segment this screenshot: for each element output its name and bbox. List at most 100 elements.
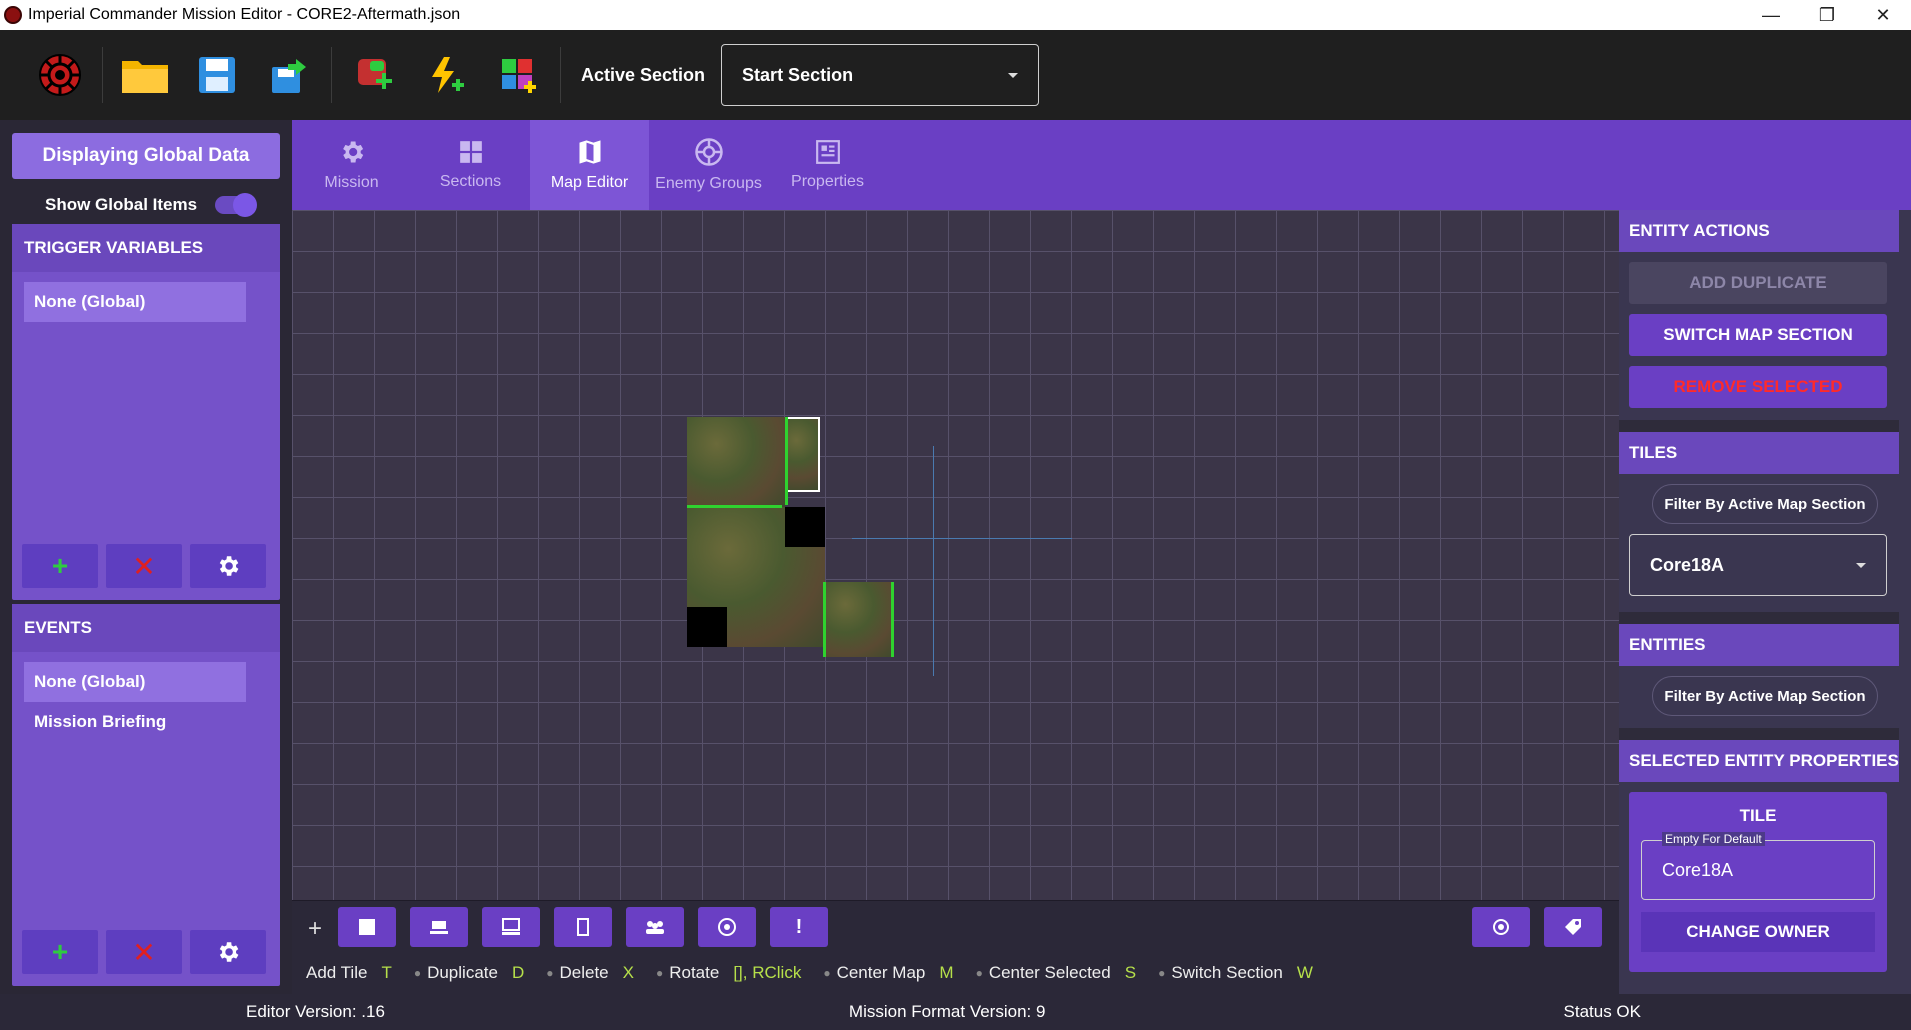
selected-entity-header: SELECTED ENTITY PROPERTIES: [1619, 740, 1911, 782]
window-title: Imperial Commander Mission Editor - CORE…: [28, 6, 461, 23]
tiles-section: TILES Filter By Active Map Section Core1…: [1619, 432, 1911, 612]
add-trigger-icon[interactable]: [338, 39, 410, 111]
entity-card: TILE Empty For Default Core18A CHANGE OW…: [1629, 792, 1887, 972]
close-button[interactable]: ✕: [1855, 0, 1911, 30]
tab-label: Map Editor: [550, 174, 629, 191]
show-global-items-row: Show Global Items: [12, 188, 280, 222]
tag-icon: [1565, 919, 1581, 935]
add-event-lightning-icon[interactable]: [410, 39, 482, 111]
toolbar-separator: [560, 47, 561, 103]
show-global-items-label: Show Global Items: [45, 195, 198, 214]
properties-icon: [815, 140, 840, 164]
list-item[interactable]: None (Global): [24, 282, 246, 322]
remove-trigger-button[interactable]: ✕: [106, 544, 182, 588]
map-tile[interactable]: [687, 417, 785, 507]
tiles-header: TILES: [1619, 432, 1911, 474]
remove-selected-button[interactable]: REMOVE SELECTED: [1629, 366, 1887, 408]
crate-icon: [577, 918, 589, 936]
shortcut-label: Switch Section: [1171, 963, 1283, 982]
tab-label: Sections: [439, 173, 502, 190]
add-trigger-button[interactable]: +: [22, 544, 98, 588]
gear-icon: [342, 141, 363, 163]
switch-map-section-button[interactable]: SWITCH MAP SECTION: [1629, 314, 1887, 356]
tiles-filter-chip[interactable]: Filter By Active Map Section: [1652, 484, 1878, 524]
map-tools-bar: + ! Add Tile T ● Duplicate D ● Delete X ● Rota…: [292, 900, 1619, 994]
add-tile-button[interactable]: [338, 907, 396, 947]
maximize-button[interactable]: ❐: [1799, 0, 1855, 30]
minimize-button[interactable]: —: [1743, 0, 1799, 30]
active-section-dropdown[interactable]: Start Section: [721, 44, 1040, 106]
shortcut-label: Add Tile: [306, 963, 368, 982]
status-bar: Editor Version: .16 Mission Format Versi…: [0, 994, 1911, 1030]
empire-icon: [694, 138, 723, 166]
tile-dropdown[interactable]: Core18A: [1629, 534, 1887, 596]
square-icon: [359, 919, 375, 935]
plus-icon[interactable]: +: [308, 915, 322, 943]
editor-version: Editor Version: .16: [246, 1002, 385, 1021]
add-terminal-button[interactable]: [482, 907, 540, 947]
save-as-icon[interactable]: [253, 39, 325, 111]
tab-properties[interactable]: Properties: [768, 120, 887, 210]
entities-filter-chip[interactable]: Filter By Active Map Section: [1652, 676, 1878, 716]
remove-event-button[interactable]: ✕: [106, 930, 182, 974]
tile-name-field[interactable]: Empty For Default Core18A: [1641, 832, 1875, 900]
grid-icon: [459, 141, 482, 163]
status-text: Status OK: [1563, 1002, 1641, 1021]
add-entity-grid-icon[interactable]: [482, 39, 554, 111]
map-tile[interactable]: [825, 582, 893, 657]
shortcut-key: M: [939, 963, 954, 982]
shortcut-label: Rotate: [669, 963, 720, 982]
empire-logo-icon[interactable]: [24, 39, 96, 111]
map-canvas[interactable]: [292, 210, 1619, 900]
right-panel-scrollbar[interactable]: [1899, 210, 1911, 994]
tag-button[interactable]: [1544, 907, 1602, 947]
selected-entity-section: SELECTED ENTITY PROPERTIES TILE Empty Fo…: [1619, 740, 1911, 994]
empire-icon: [718, 918, 736, 936]
list-item[interactable]: Mission Briefing: [24, 702, 246, 742]
tile-dropdown-value: Core18A: [1650, 554, 1725, 575]
shortcut-key: D: [511, 963, 525, 982]
change-owner-button[interactable]: CHANGE OWNER: [1641, 912, 1875, 952]
add-token-button[interactable]: !: [770, 907, 828, 947]
left-panel: Displaying Global Data Show Global Items…: [0, 120, 292, 994]
shortcut-key: S: [1124, 963, 1137, 982]
tab-label: Mission: [324, 174, 379, 191]
add-imperial-button[interactable]: [698, 907, 756, 947]
tab-enemy-groups[interactable]: Enemy Groups: [649, 120, 768, 210]
gear-icon: [219, 942, 239, 962]
tab-sections[interactable]: Sections: [411, 120, 530, 210]
events-panel: EVENTS None (Global) Mission Briefing + …: [12, 604, 280, 986]
tab-label: Properties: [791, 173, 864, 190]
add-door-button[interactable]: [410, 907, 468, 947]
entity-actions-header: ENTITY ACTIONS: [1619, 210, 1911, 252]
shortcut-key: X: [622, 963, 634, 982]
tile-connector: [823, 582, 826, 657]
exclamation-icon: !: [795, 915, 803, 938]
tab-map-editor[interactable]: Map Editor: [530, 120, 649, 210]
tile-connector: [785, 417, 788, 505]
map-origin-crosshair: [933, 446, 934, 676]
displaying-global-data-button[interactable]: Displaying Global Data: [12, 133, 280, 179]
show-global-items-toggle[interactable]: [215, 193, 258, 217]
save-icon[interactable]: [181, 39, 253, 111]
list-item[interactable]: None (Global): [24, 662, 246, 702]
event-settings-button[interactable]: [190, 930, 266, 974]
chevron-down-icon: [1008, 72, 1019, 78]
map-void: [785, 507, 825, 547]
add-event-button[interactable]: +: [22, 930, 98, 974]
trigger-variables-header: TRIGGER VARIABLES: [12, 224, 280, 272]
trigger-settings-button[interactable]: [190, 544, 266, 588]
crosshair-icon: [1493, 919, 1509, 935]
center-map-button[interactable]: [1472, 907, 1530, 947]
app-icon: [4, 6, 22, 24]
tab-mission[interactable]: Mission: [292, 120, 411, 210]
map-tile-selected[interactable]: [785, 417, 820, 492]
add-deployment-button[interactable]: [626, 907, 684, 947]
add-duplicate-button[interactable]: ADD DUPLICATE: [1629, 262, 1887, 304]
entity-type-title: TILE: [1739, 806, 1777, 825]
entities-section: ENTITIES Filter By Active Map Section: [1619, 624, 1911, 728]
mission-format-version: Mission Format Version: 9: [848, 1002, 1046, 1021]
shortcut-legend: Add Tile T ● Duplicate D ● Delete X ● Rotate[]…: [306, 963, 1313, 982]
open-folder-icon[interactable]: [109, 39, 181, 111]
add-crate-button[interactable]: [554, 907, 612, 947]
